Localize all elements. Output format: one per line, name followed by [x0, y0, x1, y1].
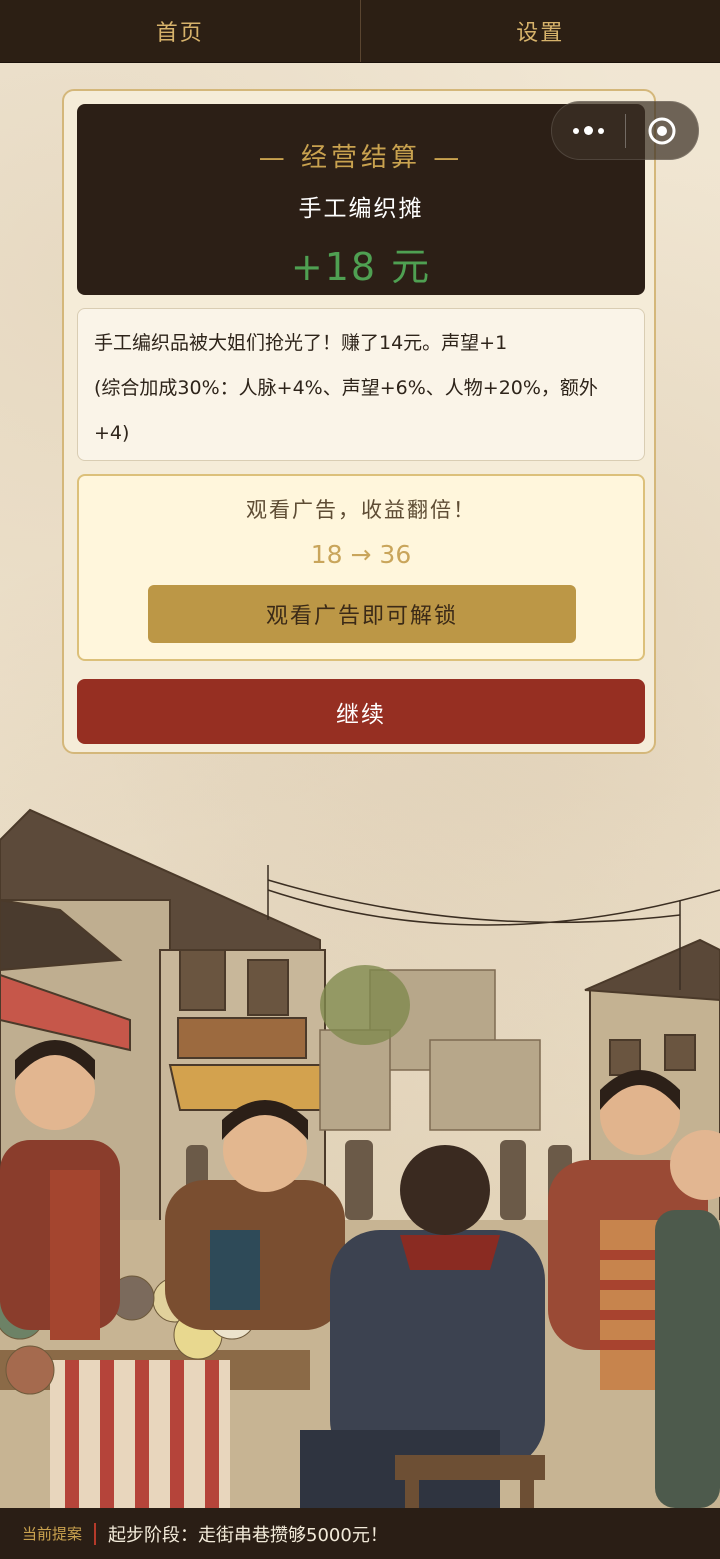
- market-illustration: [0, 790, 720, 1508]
- settlement-card: — 经营结算 — 手工编织摊 +18 元 手工编织品被大姐们抢光了！赚了14元。…: [62, 89, 656, 754]
- miniprogram-capsule: [551, 101, 699, 160]
- ad-title: 观看广告，收益翻倍！: [246, 498, 476, 522]
- result-description: 手工编织品被大姐们抢光了！赚了14元。声望+1 (综合加成30%：人脉+4%、声…: [77, 308, 645, 461]
- proposal-goal: 起步阶段：走街串巷攒够5000元！: [108, 1524, 388, 1546]
- tab-home[interactable]: 首页: [0, 0, 360, 62]
- description-line: 手工编织品被大姐们抢光了！赚了14元。声望+1: [94, 332, 508, 354]
- stall-name: 手工编织摊: [298, 196, 424, 222]
- ad-reward-compare: 18 → 36: [310, 540, 412, 569]
- description-bonus: (综合加成30%：人脉+4%、声望+6%、人物+20%，额外+4): [94, 377, 598, 444]
- ad-double-box: 观看广告，收益翻倍！ 18 → 36 观看广告即可解锁: [77, 474, 645, 661]
- more-dots-icon[interactable]: [552, 102, 625, 159]
- tab-settings[interactable]: 设置: [359, 0, 720, 62]
- proposal-label: 当前提案: [22, 1525, 83, 1543]
- target-close-icon[interactable]: [626, 102, 698, 159]
- proposal-divider: [94, 1522, 97, 1545]
- top-nav: 首页 设置: [0, 0, 720, 63]
- profit-amount: +18 元: [290, 245, 432, 289]
- current-proposal-bar: 当前提案 起步阶段：走街串巷攒够5000元！: [0, 1508, 720, 1559]
- continue-button[interactable]: 继续: [77, 679, 645, 744]
- watch-ad-button[interactable]: 观看广告即可解锁: [148, 585, 576, 643]
- tree: [320, 965, 410, 1045]
